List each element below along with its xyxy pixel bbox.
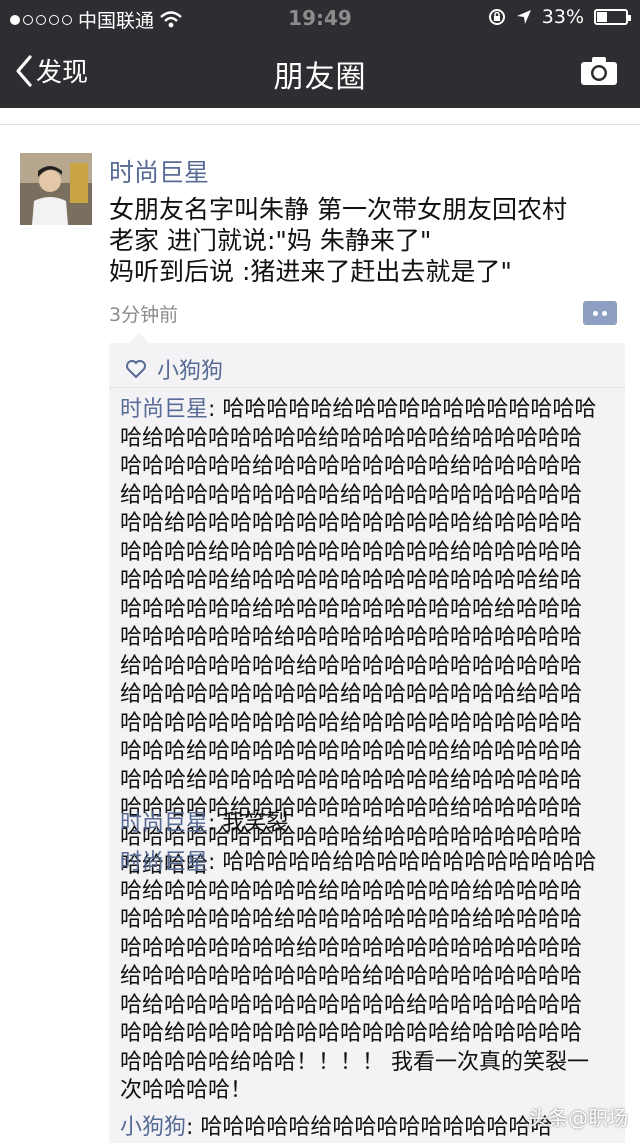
comment-text: : 哈哈哈哈哈给哈哈哈哈哈哈哈哈哈哈哈哈给哈哈哈哈哈哈哈给哈哈哈哈哈哈给哈哈哈哈… [120, 850, 597, 1103]
liker-name[interactable]: 小狗狗 [157, 353, 223, 385]
avatar[interactable] [20, 153, 92, 225]
page-title: 朋友圈 [273, 60, 367, 95]
rotation-lock-icon [488, 9, 505, 25]
comment-more-button[interactable] [583, 301, 617, 325]
comment-author[interactable]: 时尚巨星 [120, 397, 208, 422]
heart-icon [126, 360, 146, 378]
post-author[interactable]: 时尚巨星 [109, 153, 209, 189]
comment-author[interactable]: 小狗狗 [120, 1115, 186, 1140]
comment-author[interactable]: 时尚巨星 [120, 811, 208, 836]
battery-percent: 33% [541, 6, 584, 28]
post-line: 女朋友名字叫朱静 第一次带女朋友回农村 [109, 195, 567, 224]
comment-author[interactable]: 时尚巨星 [120, 850, 208, 875]
battery-icon [594, 9, 631, 25]
comment-item[interactable]: 时尚巨星: 我笑裂 [120, 810, 600, 839]
comment-text: : 我笑裂 [208, 811, 289, 836]
divider [109, 387, 625, 388]
comments-box: 小狗狗 时尚巨星: 哈哈哈哈哈给哈哈哈哈哈哈哈哈哈哈哈哈给哈哈哈哈哈哈哈给哈哈哈… [109, 333, 625, 1143]
watermark: 头条@职场 [528, 1106, 628, 1130]
likes-row: 小狗狗 [125, 353, 223, 385]
comment-text: : 哈哈哈哈哈给哈哈哈哈哈哈哈哈哈哈 [186, 1115, 553, 1140]
divider [0, 124, 640, 125]
camera-icon[interactable] [580, 56, 618, 86]
nav-bar: 发现 朋友圈 [0, 36, 640, 108]
post-line: 妈听到后说 :猪进来了赶出去就是了" [109, 257, 512, 286]
avatar-image [20, 153, 92, 225]
top-bar: 中国联通 19:49 33% 发现 朋友圈 [0, 0, 640, 108]
post-content: 女朋友名字叫朱静 第一次带女朋友回农村 老家 进门就说:"妈 朱静来了" 妈听到… [109, 194, 619, 287]
comment-text: : 哈哈哈哈哈给哈哈哈哈哈哈哈哈哈哈哈哈给哈哈哈哈哈哈哈给哈哈哈哈哈给哈哈哈哈哈… [120, 397, 597, 878]
status-right: 33% [488, 6, 631, 28]
location-icon [516, 10, 531, 24]
comment-item[interactable]: 时尚巨星: 哈哈哈哈哈给哈哈哈哈哈哈哈哈哈哈哈哈给哈哈哈哈哈哈哈给哈哈哈哈哈给哈… [120, 396, 600, 881]
status-bar: 中国联通 19:49 33% [0, 0, 640, 36]
comment-item[interactable]: 时尚巨星: 哈哈哈哈哈给哈哈哈哈哈哈哈哈哈哈哈哈给哈哈哈哈哈哈哈给哈哈哈哈哈哈给… [120, 849, 600, 1106]
post-line: 老家 进门就说:"妈 朱静来了" [109, 226, 432, 255]
post-time: 3分钟前 [109, 304, 179, 326]
